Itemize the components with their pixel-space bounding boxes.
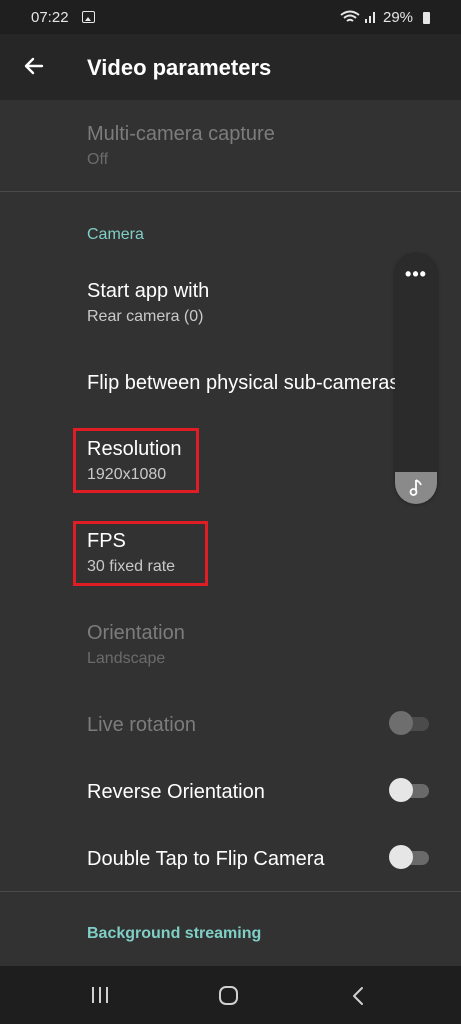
pref-title: Orientation	[87, 622, 185, 644]
live-rotation-switch	[389, 711, 429, 735]
page-title: Video parameters	[87, 55, 272, 80]
system-nav-bar	[0, 966, 461, 1024]
battery-icon	[423, 12, 430, 24]
pref-title: Double Tap to Flip Camera	[87, 848, 325, 870]
status-time: 07:22	[31, 9, 69, 26]
pref-flip-sub-cameras[interactable]: Flip between physical sub-cameras	[87, 372, 397, 395]
divider	[0, 191, 461, 192]
switch-thumb	[389, 711, 413, 735]
section-header-background-streaming: Background streaming	[87, 925, 262, 942]
pref-title: Start app with	[87, 280, 210, 302]
highlight-box-fps	[73, 521, 208, 586]
pref-start-app-with[interactable]: Start app with Rear camera (0)	[87, 280, 209, 326]
back-icon[interactable]	[351, 986, 365, 1006]
preferences-list: Multi-camera capture Off Camera Start ap…	[0, 100, 461, 966]
pref-summary: Rear camera (0)	[87, 308, 204, 325]
pref-orientation: Orientation Landscape	[87, 622, 185, 668]
recents-icon[interactable]	[90, 986, 110, 1004]
status-bar: 07:22 29%	[0, 0, 461, 34]
music-note-icon	[409, 479, 422, 496]
double-tap-flip-switch[interactable]	[389, 845, 429, 869]
gallery-notification-icon	[82, 11, 95, 23]
floating-side-panel[interactable]: •••	[395, 254, 437, 504]
wifi-icon	[340, 10, 360, 22]
pref-summary: Off	[87, 151, 109, 168]
pref-title: Reverse Orientation	[87, 781, 265, 803]
highlight-box-resolution	[73, 428, 199, 493]
pref-title: Flip between physical sub-cameras	[87, 372, 397, 394]
home-icon[interactable]	[218, 986, 240, 1006]
divider	[0, 891, 461, 892]
pref-reverse-orientation[interactable]: Reverse Orientation	[87, 781, 265, 804]
signal-icon	[365, 12, 375, 23]
section-header-camera: Camera	[87, 226, 144, 243]
pref-summary: Landscape	[87, 650, 166, 667]
reverse-orientation-switch[interactable]	[389, 778, 429, 802]
pref-double-tap-flip[interactable]: Double Tap to Flip Camera	[87, 848, 325, 871]
more-dots-icon[interactable]: •••	[395, 264, 437, 285]
arrow-left-icon[interactable]	[22, 54, 46, 78]
app-bar: Video parameters	[0, 34, 461, 100]
pref-title: Multi-camera capture	[87, 123, 275, 145]
pref-multi-camera-capture: Multi-camera capture Off	[87, 123, 275, 169]
switch-thumb	[389, 778, 413, 802]
battery-percent: 29%	[383, 9, 414, 26]
switch-thumb	[389, 845, 413, 869]
pref-live-rotation: Live rotation	[87, 714, 196, 737]
pref-title: Live rotation	[87, 714, 196, 736]
